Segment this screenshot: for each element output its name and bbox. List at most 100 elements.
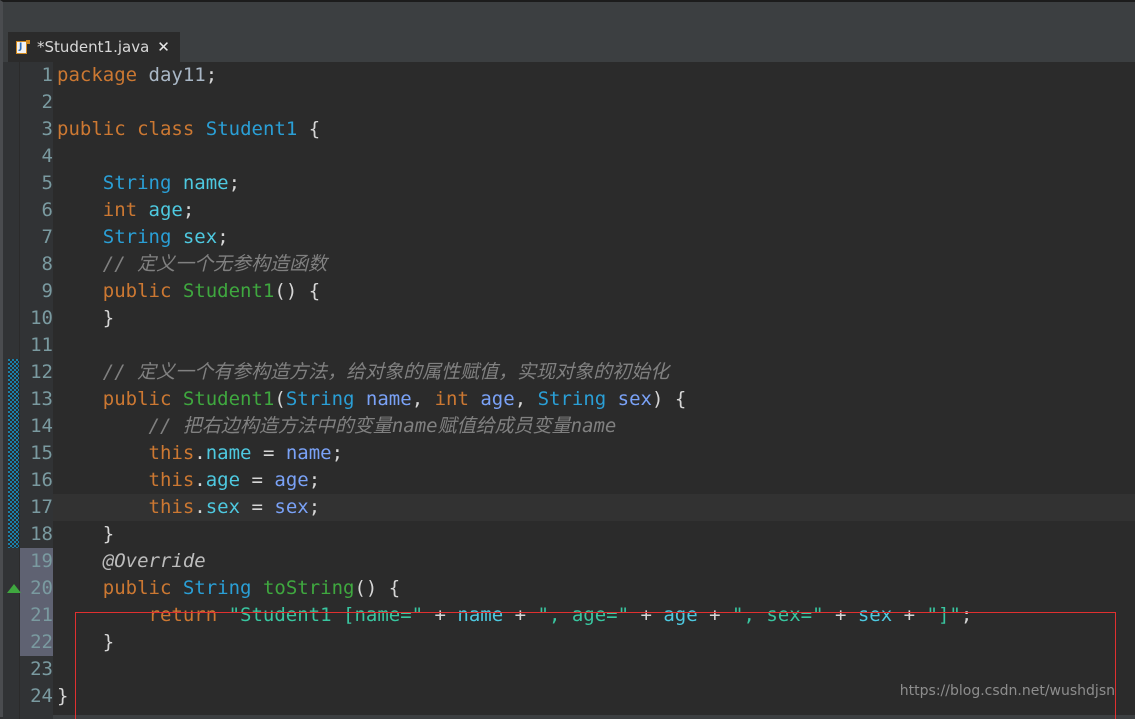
tab-title: *Student1.java bbox=[37, 38, 150, 56]
line-number: 21 bbox=[30, 604, 53, 626]
code-line[interactable]: // 定义一个无参构造函数 bbox=[53, 251, 1135, 278]
code-token: "]" bbox=[926, 604, 961, 626]
line-number: 4 bbox=[41, 145, 53, 167]
code-token: "Student1 [name=" bbox=[228, 604, 424, 626]
code-line[interactable]: } bbox=[53, 521, 1135, 548]
close-icon[interactable]: ✕ bbox=[157, 39, 170, 55]
line-number: 19 bbox=[30, 550, 53, 572]
code-token: ) { bbox=[652, 388, 687, 410]
code-token: } bbox=[57, 685, 69, 707]
code-line[interactable]: // 把右边构造方法中的变量name赋值给成员变量name bbox=[53, 413, 1135, 440]
code-token: , bbox=[411, 388, 435, 410]
code-token: ; bbox=[217, 226, 229, 248]
code-line[interactable]: return "Student1 [name=" + name + ", age… bbox=[53, 602, 1135, 629]
code-line[interactable] bbox=[53, 656, 1135, 683]
line-number: 11 bbox=[30, 334, 53, 356]
code-token: + bbox=[892, 604, 927, 626]
code-token: ; bbox=[960, 604, 973, 626]
code-lines[interactable]: package day11; public class Student1 { St… bbox=[53, 62, 1135, 719]
line-number: 3 bbox=[41, 118, 53, 140]
code-line[interactable] bbox=[53, 89, 1135, 116]
code-line[interactable]: this.name = name; bbox=[53, 440, 1135, 467]
code-token: ", age=" bbox=[537, 604, 630, 626]
code-line[interactable]: } bbox=[53, 305, 1135, 332]
code-line[interactable]: public String toString() { bbox=[53, 575, 1135, 602]
code-line[interactable] bbox=[53, 332, 1135, 359]
code-token: age bbox=[148, 199, 183, 221]
code-token: String bbox=[102, 226, 172, 248]
code-token: // 把右边构造方法中的变量name赋值给成员变量name bbox=[148, 415, 617, 437]
code-line[interactable]: package day11; bbox=[53, 62, 1135, 89]
code-token: day11 bbox=[148, 64, 206, 86]
code-token: toString bbox=[262, 577, 355, 599]
code-token: ; bbox=[182, 199, 195, 221]
line-number: 24 bbox=[30, 685, 53, 707]
code-token: sex bbox=[274, 496, 309, 518]
code-token: ; bbox=[331, 442, 344, 464]
code-token: public bbox=[57, 118, 126, 140]
code-token: sex bbox=[205, 496, 241, 518]
code-token: this bbox=[148, 442, 195, 464]
code-token: } bbox=[57, 523, 115, 545]
code-line[interactable]: public Student1() { bbox=[53, 278, 1135, 305]
code-line[interactable]: int age; bbox=[53, 197, 1135, 224]
code-token: Student1 bbox=[205, 118, 298, 140]
code-token: age bbox=[480, 388, 515, 410]
code-line[interactable]: @Override bbox=[53, 548, 1135, 575]
code-token: String bbox=[182, 577, 252, 599]
code-token: = bbox=[240, 469, 275, 491]
code-token: + bbox=[697, 604, 732, 626]
code-token: ; bbox=[308, 496, 321, 518]
line-number: 5 bbox=[41, 172, 53, 194]
code-token: public bbox=[102, 577, 172, 599]
horizontal-scrollbar[interactable] bbox=[53, 715, 1135, 719]
code-token: class bbox=[137, 118, 195, 140]
code-line[interactable]: this.sex = sex; bbox=[53, 494, 1135, 521]
code-line[interactable]: // 定义一个有参构造方法，给对象的属性赋值，实现对象的初始化 bbox=[53, 359, 1135, 386]
code-line[interactable]: String name; bbox=[53, 170, 1135, 197]
window-top-strip bbox=[3, 2, 1135, 30]
code-line[interactable]: } bbox=[53, 629, 1135, 656]
code-token: sex bbox=[857, 604, 893, 626]
code-line[interactable]: public Student1(String name, int age, St… bbox=[53, 386, 1135, 413]
code-token: ", sex=" bbox=[732, 604, 824, 626]
code-token: String bbox=[285, 388, 355, 410]
code-token: package bbox=[57, 64, 138, 86]
code-token: ; bbox=[205, 64, 218, 86]
code-line[interactable]: this.age = age; bbox=[53, 467, 1135, 494]
code-token: // 定义一个有参构造方法，给对象的属性赋值，实现对象的初始化 bbox=[102, 361, 670, 383]
code-token: , bbox=[514, 388, 538, 410]
line-number: 1 bbox=[41, 64, 53, 86]
code-token: { bbox=[297, 118, 321, 140]
green-triangle-override-icon[interactable] bbox=[7, 584, 21, 593]
code-line[interactable] bbox=[53, 143, 1135, 170]
code-token: name bbox=[457, 604, 504, 626]
code-token: ; bbox=[228, 172, 241, 194]
code-line[interactable]: public class Student1 { bbox=[53, 116, 1135, 143]
code-editor-area[interactable]: package day11; public class Student1 { St… bbox=[3, 62, 1135, 719]
code-token: () { bbox=[274, 280, 321, 302]
tab-student1-java[interactable]: J *Student1.java ✕ bbox=[8, 32, 180, 62]
code-line[interactable]: String sex; bbox=[53, 224, 1135, 251]
code-token: name bbox=[365, 388, 412, 410]
code-token: } bbox=[57, 631, 115, 653]
